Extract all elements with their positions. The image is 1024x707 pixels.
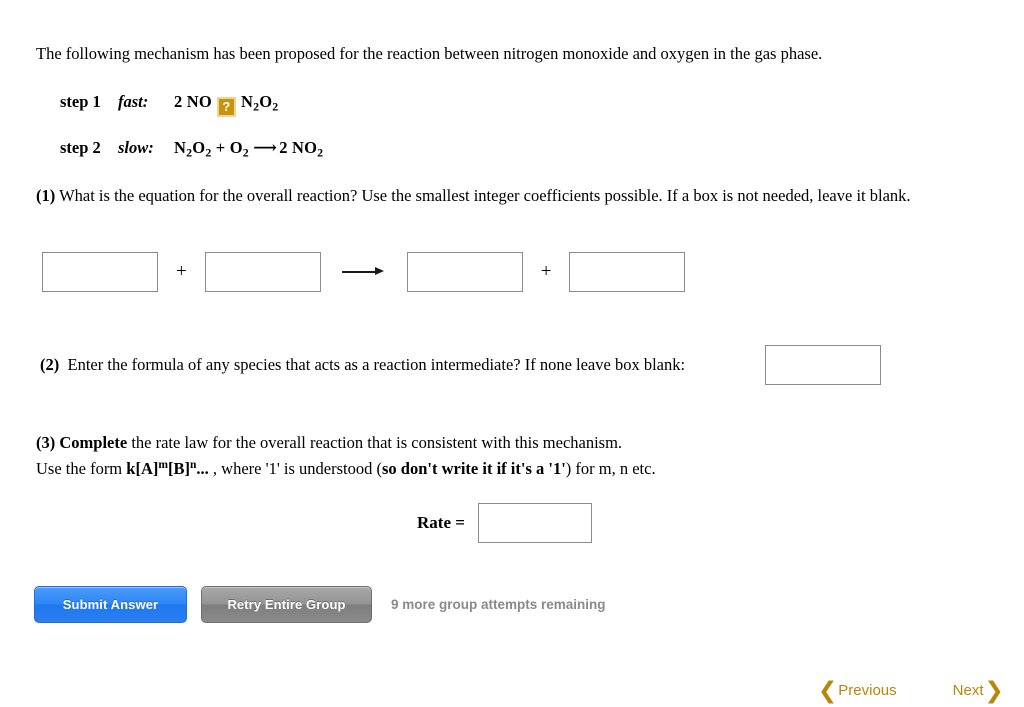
mechanism-step-2: step 2 slow: N2O2 + O2 ⟶ 2 NO2: [60, 138, 323, 160]
question-3-number: (3): [36, 433, 56, 452]
rate-label: Rate =: [417, 513, 465, 532]
retry-entire-group-button[interactable]: Retry Entire Group: [201, 586, 372, 623]
previous-label: Previous: [838, 682, 897, 699]
step-1-label: step 1: [60, 92, 101, 111]
action-button-row: Submit Answer Retry Entire Group 9 more …: [34, 586, 606, 623]
step-1-equation: 2 NO? N2O2: [174, 92, 278, 117]
question-3-text: (3) Complete the rate law for the overal…: [36, 432, 796, 480]
question-3-line2-emphasis: so don't write it if it's a '1': [382, 458, 566, 478]
step-1-product-o: O: [259, 92, 273, 111]
q1-plus-2: +: [540, 261, 552, 282]
chevron-right-icon: ❯: [984, 677, 1004, 703]
submit-answer-button[interactable]: Submit Answer: [34, 586, 187, 623]
question-2-number: (2): [40, 355, 60, 374]
formula-exponent-m: m: [158, 459, 168, 471]
question-2-body: Enter the formula of any species that ac…: [67, 355, 686, 374]
q2-intermediate-input[interactable]: [765, 345, 881, 385]
question-3-line2-post: ) for m, n etc.: [565, 458, 656, 478]
next-link[interactable]: Next ❯: [953, 679, 1004, 702]
next-label: Next: [952, 682, 984, 699]
rate-law-form: k[A]m[B]n...: [126, 459, 209, 478]
reaction-arrow-icon: [341, 265, 386, 279]
step-1-product-sub2: 2: [272, 99, 279, 114]
question-1-text: (1) What is the equation for the overall…: [36, 185, 966, 207]
rate-law-input[interactable]: [477, 503, 592, 543]
question-3-line1-rest: the rate law for the overall reaction th…: [127, 433, 623, 452]
q1-product-2-input[interactable]: [569, 252, 686, 292]
intro-paragraph: The following mechanism has been propose…: [36, 44, 823, 63]
assignment-page: The following mechanism has been propose…: [0, 0, 1024, 707]
step-1-reactants: 2 NO: [174, 92, 212, 111]
pagination-nav: ❮ Previous Next ❯: [818, 679, 1004, 702]
step-1-speed: fast:: [118, 92, 149, 111]
chevron-left-icon: ❮: [818, 677, 838, 703]
rate-answer-row: Rate =: [417, 503, 592, 543]
q1-reactant-1-input[interactable]: [42, 252, 158, 292]
question-3-line2-mid: , where '1' is understood (: [208, 458, 382, 478]
attempts-remaining-text: 9 more group attempts remaining: [391, 597, 606, 612]
step-2-speed: slow:: [118, 138, 154, 157]
formula-k-bracket-a: k[A]: [126, 458, 159, 478]
step-2-equation: N2O2 + O2 ⟶ 2 NO2: [174, 138, 324, 160]
question-3-lead: Complete: [59, 433, 128, 452]
question-2-text: (2) Enter the formula of any species tha…: [40, 354, 760, 376]
question-3-line-2: Use the form k[A]m[B]n... , where '1' is…: [36, 454, 796, 480]
step-2-label: step 2: [60, 138, 101, 157]
question-3-line2-pre: Use the form: [36, 458, 127, 478]
mechanism-step-1: step 1 fast: 2 NO? N2O2: [60, 92, 278, 117]
previous-link[interactable]: ❮ Previous: [818, 679, 897, 702]
q1-plus-1: +: [176, 261, 187, 282]
broken-image-question-icon: ?: [216, 97, 236, 117]
question-1-body: What is the equation for the overall rea…: [55, 186, 911, 205]
question-1-number: (1): [36, 186, 56, 205]
formula-bracket-b: [B]: [168, 458, 190, 478]
question-3-line-1: (3) Complete the rate law for the overal…: [36, 432, 796, 454]
question-1-answer-row: + +: [42, 252, 686, 292]
q1-product-1-input[interactable]: [406, 252, 523, 292]
step-1-product-n: N: [240, 92, 254, 111]
formula-ellipsis: ...: [196, 458, 209, 478]
q1-reactant-2-input[interactable]: [204, 252, 321, 292]
